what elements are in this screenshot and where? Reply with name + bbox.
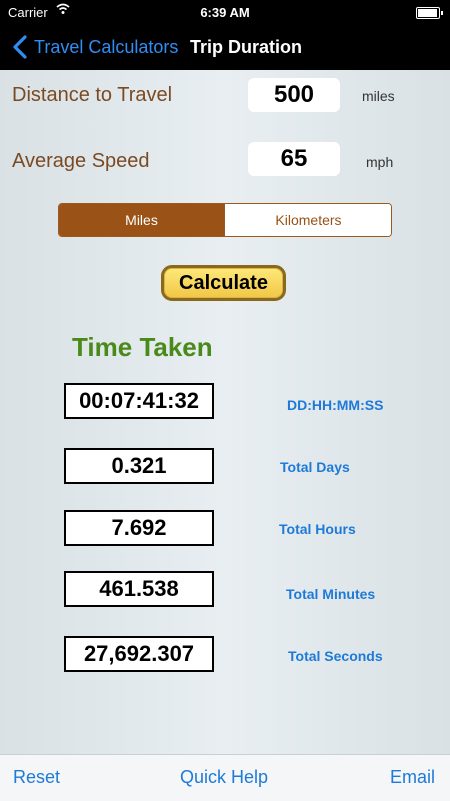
result-days-label: Total Days [280, 459, 350, 475]
distance-unit: miles [362, 88, 395, 104]
result-ddhhmmss-value: 00:07:41:32 [64, 383, 214, 419]
distance-input[interactable] [248, 78, 340, 112]
chevron-left-icon[interactable] [10, 34, 32, 60]
status-bar: Carrier 6:39 AM [0, 0, 450, 26]
calculate-button[interactable]: Calculate [161, 265, 286, 301]
result-seconds-label: Total Seconds [288, 648, 383, 664]
result-hours-value: 7.692 [64, 510, 214, 546]
navigation-bar: Travel Calculators Trip Duration [0, 26, 450, 70]
quick-help-button[interactable]: Quick Help [180, 767, 268, 788]
result-hours-label: Total Hours [279, 521, 356, 537]
speed-unit: mph [366, 154, 394, 170]
reset-button[interactable]: Reset [13, 767, 60, 788]
back-button[interactable]: Travel Calculators [34, 37, 178, 58]
result-minutes-value: 461.538 [64, 571, 214, 607]
result-days-value: 0.321 [64, 448, 214, 484]
result-seconds-value: 27,692.307 [64, 636, 214, 672]
email-button[interactable]: Email [390, 767, 435, 788]
segment-kilometers[interactable]: Kilometers [224, 204, 391, 236]
result-minutes-label: Total Minutes [286, 586, 376, 602]
speed-input[interactable] [248, 142, 340, 176]
battery-icon [416, 7, 443, 19]
result-ddhhmmss-label: DD:HH:MM:SS [287, 397, 384, 413]
units-segmented-control: Miles Kilometers [58, 203, 392, 237]
page-title: Trip Duration [190, 37, 302, 57]
main-content: Distance to Travel miles Average Speed m… [0, 70, 450, 754]
results-heading: Time Taken [72, 332, 213, 362]
bottom-toolbar: Reset Quick Help Email [0, 754, 450, 801]
segment-miles[interactable]: Miles [59, 204, 224, 236]
distance-label: Distance to Travel [12, 84, 173, 106]
speed-label: Average Speed [12, 150, 150, 172]
status-time: 6:39 AM [200, 5, 250, 20]
